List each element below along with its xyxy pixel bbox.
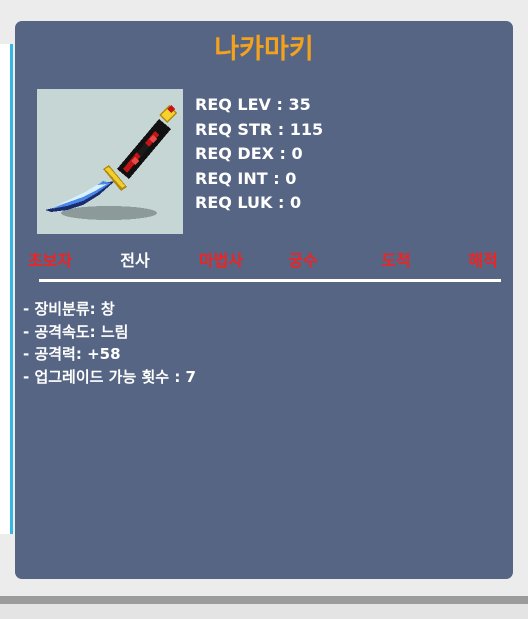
- req-luk: REQ LUK : 0: [195, 193, 302, 212]
- left-panel-gap: [0, 0, 13, 44]
- left-panel-edge: [0, 44, 13, 534]
- req-level: REQ LEV : 35: [195, 95, 311, 114]
- divider: [39, 279, 501, 282]
- stat-attack-speed: - 공격속도: 느림: [23, 322, 129, 341]
- job-pirate: 해적: [468, 251, 498, 270]
- stat-category: - 장비분류: 창: [23, 300, 115, 318]
- stat-upgrades: - 업그레이드 가능 횟수 : 7: [23, 367, 196, 386]
- curved-dagger-sword-icon: [45, 105, 177, 220]
- job-bowman: 궁수: [288, 251, 318, 270]
- bottom-panel-edge: [0, 604, 528, 619]
- item-image: [37, 89, 183, 234]
- item-tooltip: 나카마키 REQ LEV : 35 REQ STR : 115 REQ DEX …: [15, 21, 513, 579]
- job-beginner: 초보자: [27, 251, 73, 270]
- job-list: 초보자 전사 마법사 궁수 도적 해적: [15, 247, 513, 273]
- bottom-divider: [0, 596, 528, 604]
- job-magician: 마법사: [198, 251, 244, 270]
- req-str: REQ STR : 115: [195, 119, 324, 139]
- requirements-list: REQ LEV : 35 REQ STR : 115 REQ DEX : 0 R…: [195, 93, 323, 216]
- stats-list: - 장비분류: 창 - 공격속도: 느림 - 공격력: +58 - 업그레이드 …: [23, 298, 196, 388]
- req-dex: REQ DEX : 0: [195, 144, 303, 163]
- job-warrior: 전사: [120, 251, 150, 270]
- stat-attack: - 공격력: +58: [23, 345, 121, 363]
- item-name: 나카마키: [214, 34, 314, 65]
- req-int: REQ INT : 0: [195, 168, 297, 188]
- job-thief: 도적: [381, 251, 411, 270]
